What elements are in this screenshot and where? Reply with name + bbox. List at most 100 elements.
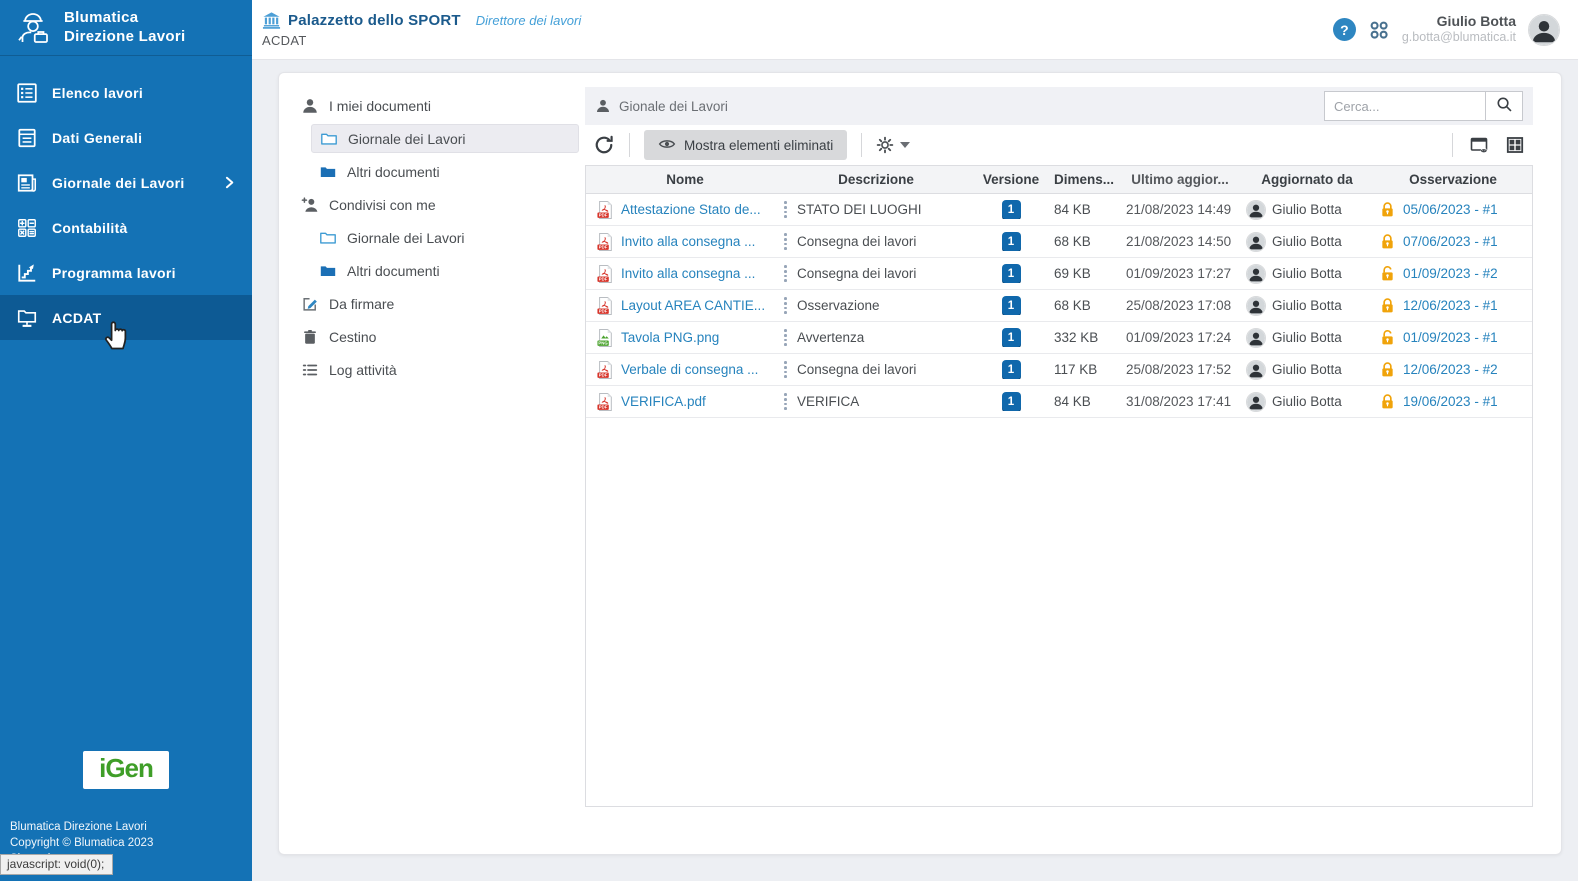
observation-link[interactable]: 05/06/2023 - #1: [1403, 202, 1498, 217]
document-link[interactable]: Attestazione Stato de...: [621, 202, 761, 217]
version-cell: 1: [974, 296, 1048, 315]
updated-by-cell: Giulio Botta: [1240, 360, 1374, 380]
tree-item-giornale-dei-lavori[interactable]: Giornale dei Lavori: [311, 124, 579, 153]
tree-item-da-firmare[interactable]: Da firmare: [293, 289, 579, 318]
sidebar-item-programma-lavori[interactable]: Programma lavori: [0, 250, 252, 295]
apps-grid-icon[interactable]: [1368, 19, 1390, 41]
tree-item-i-miei-documenti[interactable]: I miei documenti: [293, 91, 579, 120]
version-badge[interactable]: 1: [1002, 360, 1021, 379]
programma-lavori-icon: [16, 262, 38, 284]
description-text: VERIFICA: [797, 394, 859, 409]
kebab-menu-icon[interactable]: [784, 393, 788, 409]
updated-by-name: Giulio Botta: [1272, 394, 1342, 409]
sidebar-item-contabilita[interactable]: Contabilità: [0, 205, 252, 250]
svg-text:PDF: PDF: [599, 212, 608, 217]
kebab-menu-icon[interactable]: [784, 361, 788, 377]
column-header-nome[interactable]: Nome: [586, 172, 778, 187]
document-link[interactable]: Invito alla consegna ...: [621, 266, 755, 281]
updated-by-name: Giulio Botta: [1272, 266, 1342, 281]
observation-link[interactable]: 12/06/2023 - #2: [1403, 362, 1498, 377]
building-icon: [262, 11, 281, 30]
sidebar-item-giornale-dei-lavori[interactable]: Giornale dei Lavori: [0, 160, 252, 205]
user-name: Giulio Botta: [1402, 13, 1516, 31]
tree-item-altri-documenti[interactable]: Altri documenti: [311, 157, 579, 186]
document-link[interactable]: Invito alla consegna ...: [621, 234, 755, 249]
version-cell: 1: [974, 232, 1048, 251]
tree-item-log-attivita[interactable]: Log attività: [293, 355, 579, 384]
version-badge[interactable]: 1: [1002, 264, 1021, 283]
kebab-menu-icon[interactable]: [784, 297, 788, 313]
show-deleted-button[interactable]: Mostra elementi eliminati: [644, 130, 847, 160]
description-text: STATO DEI LUOGHI: [797, 202, 922, 217]
folder-header: Gionale dei Lavori: [585, 87, 1533, 125]
help-button[interactable]: ?: [1333, 18, 1356, 41]
tree-item-giornale-dei-lavori[interactable]: Giornale dei Lavori: [311, 223, 579, 252]
lock-closed-icon: [1380, 297, 1395, 314]
settings-menu-button[interactable]: [876, 136, 910, 154]
observation-link[interactable]: 01/09/2023 - #2: [1403, 266, 1498, 281]
refresh-icon[interactable]: [593, 134, 615, 156]
log-list-icon: [301, 361, 319, 379]
igen-logo: iGen: [83, 751, 169, 789]
updated-by-name: Giulio Botta: [1272, 202, 1342, 217]
document-link[interactable]: VERIFICA.pdf: [621, 394, 706, 409]
size-cell: 68 KB: [1048, 298, 1120, 313]
sidebar-item-elenco-lavori[interactable]: Elenco lavori: [0, 70, 252, 115]
tree-item-cestino[interactable]: Cestino: [293, 322, 579, 351]
kebab-menu-icon[interactable]: [784, 201, 788, 217]
column-header-ultimo-aggior[interactable]: Ultimo aggior...: [1120, 172, 1240, 187]
table-row: PDFLayout AREA CANTIE...Osservazione168 …: [586, 290, 1532, 322]
svg-text:PDF: PDF: [599, 244, 608, 249]
search-button[interactable]: [1486, 91, 1523, 121]
name-cell: PDFVerbale di consegna ...: [586, 360, 778, 380]
column-header-descrizione[interactable]: Descrizione: [778, 172, 974, 187]
column-header-aggiornato-da[interactable]: Aggiornato da: [1240, 172, 1374, 187]
description-text: Osservazione: [797, 298, 880, 313]
toolbar: Mostra elementi eliminati: [585, 125, 1533, 165]
footer-copyright: Copyright © Blumatica 2023: [10, 835, 242, 851]
content-area: I miei documenti Giornale dei Lavori Altri…: [252, 60, 1578, 881]
tree-item-altri-documenti[interactable]: Altri documenti: [311, 256, 579, 285]
observation-link[interactable]: 19/06/2023 - #1: [1403, 394, 1498, 409]
kebab-menu-icon[interactable]: [784, 233, 788, 249]
kebab-menu-icon[interactable]: [784, 265, 788, 281]
version-badge[interactable]: 1: [1002, 328, 1021, 347]
description-text: Avvertenza: [797, 330, 864, 345]
observation-link[interactable]: 07/06/2023 - #1: [1403, 234, 1498, 249]
description-cell: STATO DEI LUOGHI: [778, 201, 974, 217]
updated-by-name: Giulio Botta: [1272, 234, 1342, 249]
grid-view-icon[interactable]: [1505, 135, 1525, 155]
document-link[interactable]: Layout AREA CANTIE...: [621, 298, 765, 313]
search-group: [1324, 91, 1523, 121]
lock-open-icon: [1380, 265, 1395, 282]
updated-cell: 25/08/2023 17:52: [1120, 362, 1240, 377]
documents-panel: Gionale dei Lavori: [585, 87, 1533, 840]
person-icon: [301, 97, 319, 115]
description-cell: Osservazione: [778, 297, 974, 313]
updated-by-name: Giulio Botta: [1272, 362, 1342, 377]
search-input[interactable]: [1324, 91, 1486, 121]
version-badge[interactable]: 1: [1002, 200, 1021, 219]
document-link[interactable]: Tavola PNG.png: [621, 330, 719, 345]
png-file-icon: PNG: [596, 328, 614, 348]
column-header-osservazione[interactable]: Osservazione: [1374, 172, 1532, 187]
detail-view-icon[interactable]: [1469, 135, 1489, 155]
observation-link[interactable]: 01/09/2023 - #1: [1403, 330, 1498, 345]
column-header-versione[interactable]: Versione: [974, 172, 1048, 187]
updated-by-name: Giulio Botta: [1272, 330, 1342, 345]
updated-by-cell: Giulio Botta: [1240, 392, 1374, 412]
size-cell: 332 KB: [1048, 330, 1120, 345]
user-email: g.botta@blumatica.it: [1402, 30, 1516, 46]
version-badge[interactable]: 1: [1002, 232, 1021, 251]
avatar[interactable]: [1528, 14, 1560, 46]
kebab-menu-icon[interactable]: [784, 329, 788, 345]
sidebar-item-dati-generali[interactable]: Dati Generali: [0, 115, 252, 160]
observation-link[interactable]: 12/06/2023 - #1: [1403, 298, 1498, 313]
version-badge[interactable]: 1: [1002, 296, 1021, 315]
column-header-dimens[interactable]: Dimens...: [1048, 172, 1120, 187]
version-badge[interactable]: 1: [1002, 392, 1021, 411]
observation-cell: 01/09/2023 - #1: [1374, 329, 1532, 346]
tree-item-label: Giornale dei Lavori: [348, 131, 466, 147]
tree-item-condivisi-con-me[interactable]: Condivisi con me: [293, 190, 579, 219]
document-link[interactable]: Verbale di consegna ...: [621, 362, 758, 377]
